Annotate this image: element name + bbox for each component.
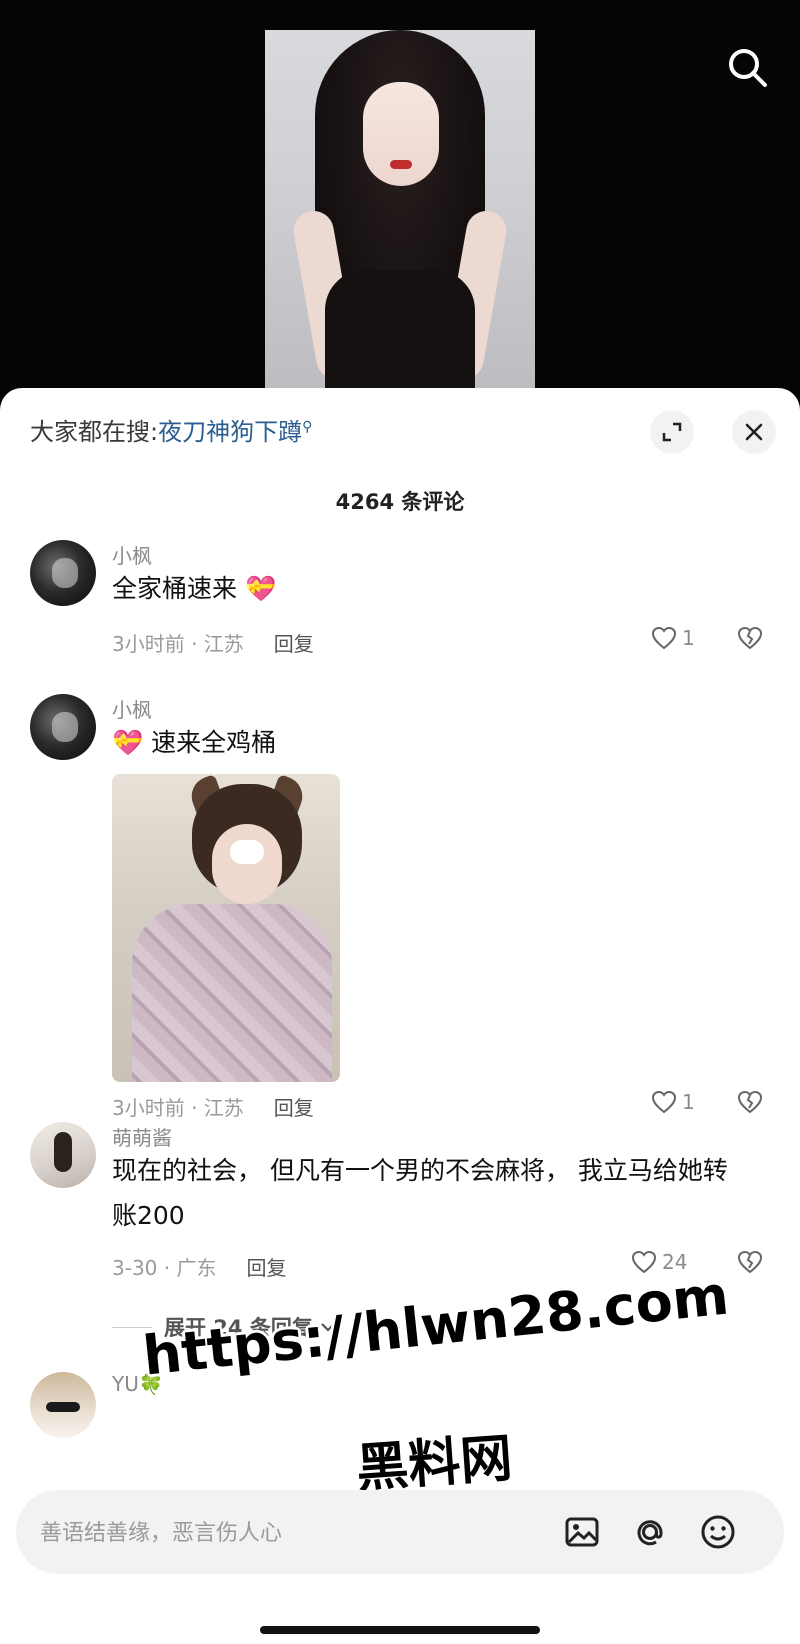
hot-search-label: 大家都在搜: bbox=[30, 418, 159, 446]
like-count: 1 bbox=[682, 1090, 695, 1114]
comment-image[interactable] bbox=[112, 774, 340, 1082]
clover-emoji: 🍀 bbox=[138, 1372, 164, 1396]
search-icon[interactable] bbox=[726, 46, 770, 90]
comment-input-bar bbox=[16, 1490, 784, 1576]
video-thumbnail[interactable] bbox=[265, 30, 535, 390]
image-icon[interactable] bbox=[562, 1512, 602, 1552]
search-icon: ⚲ bbox=[302, 419, 313, 435]
expand-replies-label: 展开 24 条回复 bbox=[164, 1316, 313, 1340]
dislike-button[interactable] bbox=[736, 624, 764, 656]
like-count: 24 bbox=[662, 1250, 688, 1274]
expand-replies-button[interactable]: 展开 24 条回复 bbox=[112, 1312, 339, 1342]
heart-icon bbox=[651, 626, 677, 650]
comment-time: 3-30 · 广东 bbox=[112, 1256, 217, 1280]
comment-username[interactable]: 小枫 bbox=[112, 540, 152, 569]
broken-heart-icon bbox=[737, 1090, 763, 1114]
comment-count: 4264 条评论 bbox=[335, 490, 465, 514]
avatar[interactable] bbox=[30, 1372, 96, 1438]
expand-icon bbox=[662, 422, 682, 442]
emoji-icon[interactable] bbox=[698, 1512, 738, 1552]
comment-text: 💝 速来全鸡桶 bbox=[112, 728, 277, 757]
comment-meta: 3-30 · 广东 回复 bbox=[112, 1252, 286, 1281]
like-button[interactable]: 1 bbox=[650, 624, 695, 652]
broken-heart-icon bbox=[737, 1250, 763, 1274]
video-area[interactable] bbox=[0, 0, 800, 400]
dislike-button[interactable] bbox=[736, 1088, 764, 1120]
comment-meta: 3小时前 · 江苏 回复 bbox=[112, 628, 314, 657]
comment-meta: 3小时前 · 江苏 回复 bbox=[112, 1092, 314, 1121]
heart-icon bbox=[631, 1250, 657, 1274]
comment-username[interactable]: 小枫 bbox=[112, 694, 152, 723]
comment-input[interactable] bbox=[38, 1490, 472, 1576]
heart-icon bbox=[651, 1090, 677, 1114]
broken-heart-icon bbox=[737, 626, 763, 650]
comment-text: 全家桶速来 💝 bbox=[112, 574, 277, 603]
comment-username[interactable]: YU🍀 bbox=[112, 1372, 164, 1396]
comment-time: 3小时前 · 江苏 bbox=[112, 1096, 244, 1120]
comments-sheet: 大家都在搜:夜刀神狗下蹲⚲ 4264 条评论 小枫 全家桶速来 💝 3小时前 ·… bbox=[0, 388, 800, 1644]
comment-time: 3小时前 · 江苏 bbox=[112, 632, 244, 656]
emoji: 💝 bbox=[112, 728, 144, 757]
emoji: 💝 bbox=[244, 574, 277, 603]
like-button[interactable]: 1 bbox=[650, 1088, 695, 1116]
reply-button[interactable]: 回复 bbox=[274, 1096, 314, 1120]
reply-button[interactable]: 回复 bbox=[246, 1256, 286, 1280]
hot-search-term[interactable]: 夜刀神狗下蹲⚲ bbox=[158, 418, 312, 446]
avatar[interactable] bbox=[30, 540, 96, 606]
close-button[interactable] bbox=[732, 410, 776, 454]
reply-button[interactable]: 回复 bbox=[274, 632, 314, 656]
home-indicator bbox=[260, 1626, 540, 1634]
avatar[interactable] bbox=[30, 694, 96, 760]
hot-search: 大家都在搜:夜刀神狗下蹲⚲ bbox=[30, 412, 312, 447]
like-button[interactable]: 24 bbox=[630, 1248, 687, 1276]
chevron-down-icon bbox=[321, 1323, 335, 1332]
close-icon bbox=[745, 423, 763, 441]
comment-text: 现在的社会， 但凡有一个男的不会麻将， 我立马给她转账200 bbox=[112, 1156, 728, 1230]
at-icon[interactable] bbox=[630, 1512, 670, 1552]
comment-username[interactable]: 萌萌酱 bbox=[112, 1122, 172, 1151]
like-count: 1 bbox=[682, 626, 695, 650]
dislike-button[interactable] bbox=[736, 1248, 764, 1280]
avatar[interactable] bbox=[30, 1122, 96, 1188]
expand-button[interactable] bbox=[650, 410, 694, 454]
